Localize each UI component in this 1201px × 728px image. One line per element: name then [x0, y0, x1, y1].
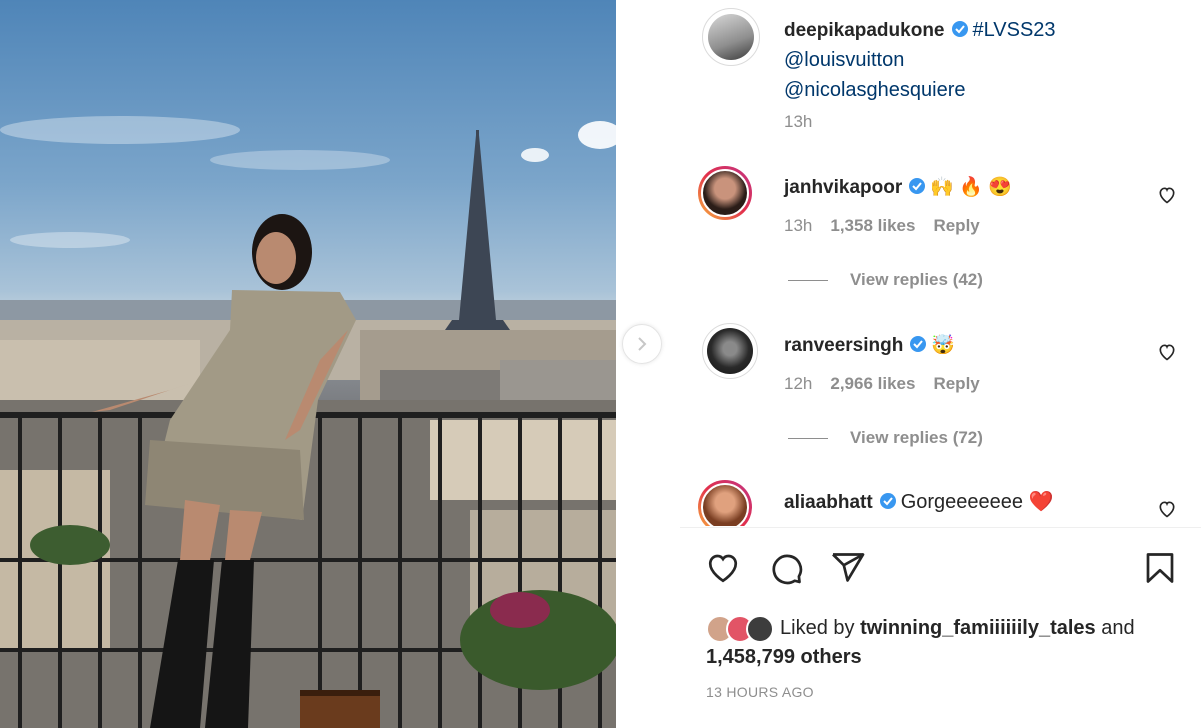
view-replies-button[interactable]: View replies (42) [788, 270, 983, 290]
liked-by-prefix: Liked by [780, 617, 855, 639]
post-caption: deepikapadukone #LVSS23 @louisvuitton @ni… [784, 16, 1184, 106]
caption-mention-nicolasghesquiere[interactable]: @nicolasghesquiere [784, 79, 966, 101]
heart-icon[interactable] [704, 550, 742, 586]
author-username[interactable]: deepikapadukone [784, 20, 945, 41]
caption-mention-louisvuitton[interactable]: @louisvuitton [784, 49, 904, 71]
verified-badge-icon [909, 178, 926, 194]
post-photo-illustration [0, 116, 616, 728]
comment-reply-button[interactable]: Reply [933, 216, 979, 235]
heart-icon[interactable] [1157, 499, 1177, 519]
liked-by-and: and [1101, 617, 1135, 639]
comment-text: Gorgeeeeeee ❤️ [900, 491, 1054, 513]
comment-3: aliaabhatt Gorgeeeeeee ❤️ [680, 474, 1201, 526]
comment-username[interactable]: aliaabhatt [784, 492, 873, 513]
comment-time: 12h [784, 374, 813, 393]
post-sidebar: deepikapadukone #LVSS23 @louisvuitton @ni… [680, 0, 1201, 728]
chevron-right-icon [638, 337, 647, 351]
heart-icon[interactable] [1157, 342, 1177, 362]
commenter-avatar[interactable] [698, 480, 752, 526]
caption-time: 13h [784, 112, 813, 131]
comment-text: 🤯 [931, 335, 955, 356]
verified-badge-icon [910, 336, 927, 352]
comment-time: 13h [784, 216, 813, 235]
comment-likes[interactable]: 1,358 likes [830, 216, 915, 235]
comment-1: janhvikapoor 🙌 🔥 😍 [784, 175, 1012, 199]
liked-by: Liked by twinning_famiiiiiily_tales and … [706, 614, 1135, 671]
caption-hashtag[interactable]: #LVSS23 [973, 19, 1056, 41]
comment-likes[interactable]: 2,966 likes [830, 374, 915, 393]
heart-icon[interactable] [1157, 185, 1177, 205]
post-photo [0, 0, 616, 728]
comment-icon[interactable] [767, 550, 805, 586]
likes-count[interactable]: 1,458,799 others [706, 646, 862, 668]
paper-plane-icon[interactable] [830, 550, 866, 586]
view-replies-button[interactable]: View replies (72) [788, 428, 983, 448]
liker-avatar[interactable] [746, 614, 774, 643]
author-avatar[interactable] [702, 8, 760, 66]
comment-2: ranveersingh 🤯 [784, 333, 955, 357]
next-image-button[interactable] [622, 324, 662, 364]
comment-username[interactable]: ranveersingh [784, 335, 903, 356]
comment-text: 🙌 🔥 😍 [930, 177, 1012, 198]
bookmark-icon[interactable] [1142, 550, 1178, 586]
actions-divider [680, 527, 1201, 528]
verified-badge-icon [879, 493, 896, 509]
comment-meta: 13h 1,358 likes Reply [784, 216, 998, 236]
post-timestamp[interactable]: 13 HOURS AGO [706, 684, 814, 700]
comment-username[interactable]: janhvikapoor [784, 177, 902, 198]
comment-reply-button[interactable]: Reply [933, 374, 979, 393]
commenter-avatar[interactable] [702, 323, 758, 379]
comment-meta: 12h 2,966 likes Reply [784, 374, 998, 394]
verified-badge-icon [951, 21, 968, 37]
commenter-avatar[interactable] [698, 166, 752, 220]
liked-by-user[interactable]: twinning_famiiiiiily_tales [860, 617, 1096, 639]
